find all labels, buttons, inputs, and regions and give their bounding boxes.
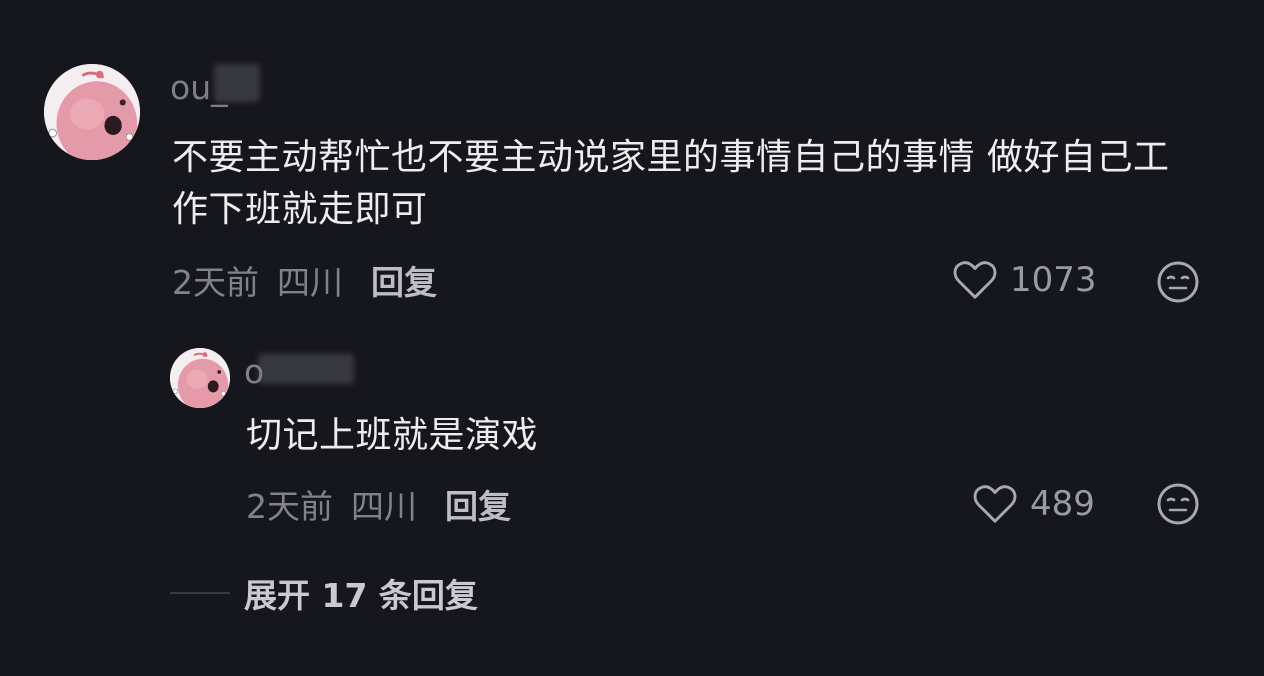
like-count: 1073 — [1010, 260, 1097, 300]
reply-meta: 2天前 四川 回复 — [246, 482, 511, 526]
comment-meta: 2天前 四川 回复 — [172, 258, 437, 302]
reply-button[interactable]: 回复 — [445, 480, 511, 528]
reply-button[interactable]: 回复 — [371, 256, 437, 304]
comment-time: 2天前 — [172, 263, 259, 302]
heart-outline-icon — [973, 485, 1017, 523]
pig-mascot-avatar-image — [170, 348, 230, 408]
divider-line — [170, 592, 230, 594]
reply-location: 四川 — [351, 487, 417, 526]
expand-replies-button[interactable]: 展开 17 条回复 — [170, 570, 478, 616]
comment-body: 不要主动帮忙也不要主动说家里的事情自己的事情 做好自己工作下班就走即可 — [172, 137, 1170, 230]
reply-time: 2天前 — [246, 487, 333, 526]
username-blur-mask — [214, 64, 260, 102]
expand-replies-label: 展开 17 条回复 — [244, 576, 478, 615]
heart-outline-icon — [953, 261, 997, 299]
dislike-button[interactable] — [1156, 260, 1200, 304]
commenter-avatar[interactable] — [44, 64, 140, 160]
pig-mascot-avatar-image — [44, 64, 140, 160]
dislike-button[interactable] — [1156, 482, 1200, 526]
like-button[interactable]: 1073 — [952, 258, 1097, 302]
neutral-face-icon — [1157, 483, 1199, 525]
neutral-face-icon — [1157, 261, 1199, 303]
like-button[interactable]: 489 — [972, 482, 1095, 526]
reply-author-avatar[interactable] — [170, 348, 230, 408]
like-count: 489 — [1030, 484, 1095, 524]
comment-location: 四川 — [277, 263, 343, 302]
username-blur-mask — [258, 354, 354, 384]
comment-thread: ou_ 不要主动帮忙也不要主动说家里的事情自己的事情 做好自己工作下班就走即可 … — [0, 0, 1264, 676]
reply-body: 切记上班就是演戏 — [246, 415, 539, 456]
